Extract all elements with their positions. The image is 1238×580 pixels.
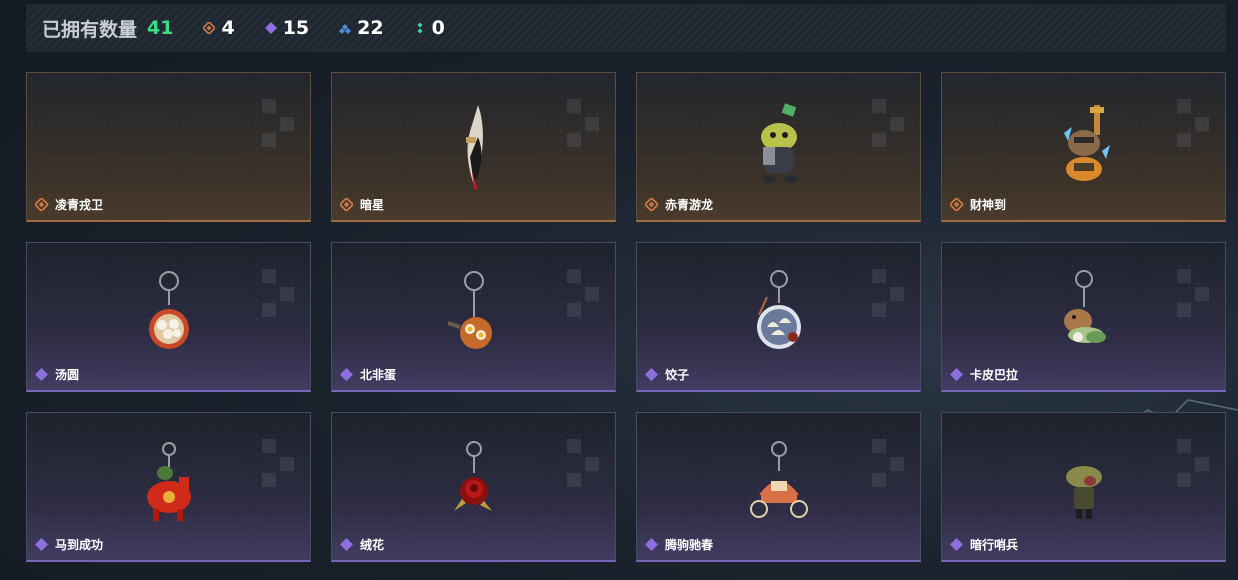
purple-count: 15 [282, 17, 310, 39]
card-deco [1177, 269, 1211, 317]
item-name: 财神到 [970, 198, 1007, 212]
card-deco [872, 269, 906, 317]
purple-gem-icon [950, 538, 963, 551]
shakshuka-pan-charm-icon [446, 271, 492, 349]
card-deco [567, 269, 601, 317]
green-gem-icon [417, 22, 423, 34]
card-deco [262, 269, 296, 317]
green-dragon-figure-icon [760, 103, 798, 183]
item-name: 凌青戎卫 [55, 198, 104, 212]
item-name: 北非蛋 [360, 368, 397, 382]
item-card[interactable]: 腾驹驰春 [636, 412, 921, 562]
item-card[interactable]: 凌青戎卫 [26, 72, 311, 222]
feather-blade-charm-icon [465, 105, 483, 189]
item-name-row: 凌青戎卫 [35, 196, 103, 213]
dumpling-plate-charm-icon [756, 270, 801, 349]
card-deco [567, 439, 601, 487]
purple-gem-icon [35, 538, 48, 551]
purple-gem-icon [645, 538, 658, 551]
rarity-stat-green: 0 [414, 17, 445, 39]
orange-gem-icon [35, 198, 48, 211]
item-name-row: 卡皮巴拉 [950, 366, 1018, 383]
purple-gem-icon [264, 22, 277, 34]
item-card[interactable]: 财神到 [941, 72, 1226, 222]
item-card[interactable]: 绒花 [331, 412, 616, 562]
item-name-row: 财神到 [950, 196, 1006, 213]
red-rose-charm-icon [453, 441, 492, 511]
card-deco [262, 439, 296, 487]
blue-count: 22 [357, 17, 384, 39]
item-card[interactable]: 暗星 [331, 72, 616, 222]
orange-gem-icon [203, 22, 216, 34]
card-deco [567, 99, 601, 147]
fortune-god-figure-icon [1063, 105, 1110, 181]
rarity-stat-blue: 22 [339, 17, 384, 39]
item-card[interactable]: 卡皮巴拉 [941, 242, 1226, 392]
item-name-row: 赤青游龙 [645, 196, 713, 213]
owned-count: 41 [147, 17, 174, 39]
item-card[interactable]: 暗行哨兵 [941, 412, 1226, 562]
item-card[interactable]: 马到成功 [26, 412, 311, 562]
item-name: 饺子 [665, 368, 690, 382]
rarity-stat-purple: 15 [264, 17, 310, 39]
card-deco [872, 99, 906, 147]
card-deco [262, 99, 296, 147]
owned-label: 已拥有数量 [42, 18, 138, 41]
card-deco [1177, 439, 1211, 487]
orange-gem-icon [950, 198, 963, 211]
purple-gem-icon [645, 368, 658, 381]
purple-gem-icon [950, 368, 963, 381]
item-card[interactable]: 赤青游龙 [636, 72, 921, 222]
orange-gem-icon [340, 198, 353, 211]
item-name: 绒花 [360, 538, 385, 552]
capybara-charm-icon [1063, 270, 1106, 343]
blue-gem-icon [339, 24, 352, 34]
orange-count: 4 [221, 17, 235, 39]
carriage-charm-icon [749, 441, 808, 518]
item-name: 卡皮巴拉 [970, 368, 1019, 382]
item-card[interactable]: 汤圆 [26, 242, 311, 392]
item-name-row: 腾驹驰春 [645, 536, 713, 553]
item-name-row: 北非蛋 [340, 366, 396, 383]
orange-gem-icon [645, 198, 658, 211]
item-name: 赤青游龙 [665, 198, 714, 212]
item-name-row: 绒花 [340, 536, 384, 553]
item-name-row: 汤圆 [35, 366, 79, 383]
item-card[interactable]: 饺子 [636, 242, 921, 392]
camo-soldier-charm-icon [1065, 445, 1102, 519]
item-name: 暗星 [360, 198, 385, 212]
item-name: 暗行哨兵 [970, 538, 1019, 552]
item-card[interactable]: 北非蛋 [331, 242, 616, 392]
rarity-stat-orange: 4 [203, 17, 235, 39]
item-name-row: 马到成功 [35, 536, 103, 553]
red-horse-charm-icon [146, 442, 191, 521]
card-deco [1177, 99, 1211, 147]
item-name: 汤圆 [55, 368, 80, 382]
item-grid: 凌青戎卫 暗星 赤青游龙 财神到 汤圆 北非蛋 饺子 卡皮巴拉 马到成功 绒花 … [26, 72, 1226, 562]
tangyuan-bowl-charm-icon [148, 271, 189, 349]
item-name-row: 暗星 [340, 196, 384, 213]
item-name: 腾驹驰春 [665, 538, 714, 552]
item-name-row: 饺子 [645, 366, 689, 383]
purple-gem-icon [340, 368, 353, 381]
purple-gem-icon [340, 538, 353, 551]
green-count: 0 [431, 17, 445, 39]
item-name: 马到成功 [55, 538, 104, 552]
item-name-row: 暗行哨兵 [950, 536, 1018, 553]
collection-summary-bar: 已拥有数量 41 4 15 22 0 [26, 4, 1226, 52]
card-deco [872, 439, 906, 487]
purple-gem-icon [35, 368, 48, 381]
